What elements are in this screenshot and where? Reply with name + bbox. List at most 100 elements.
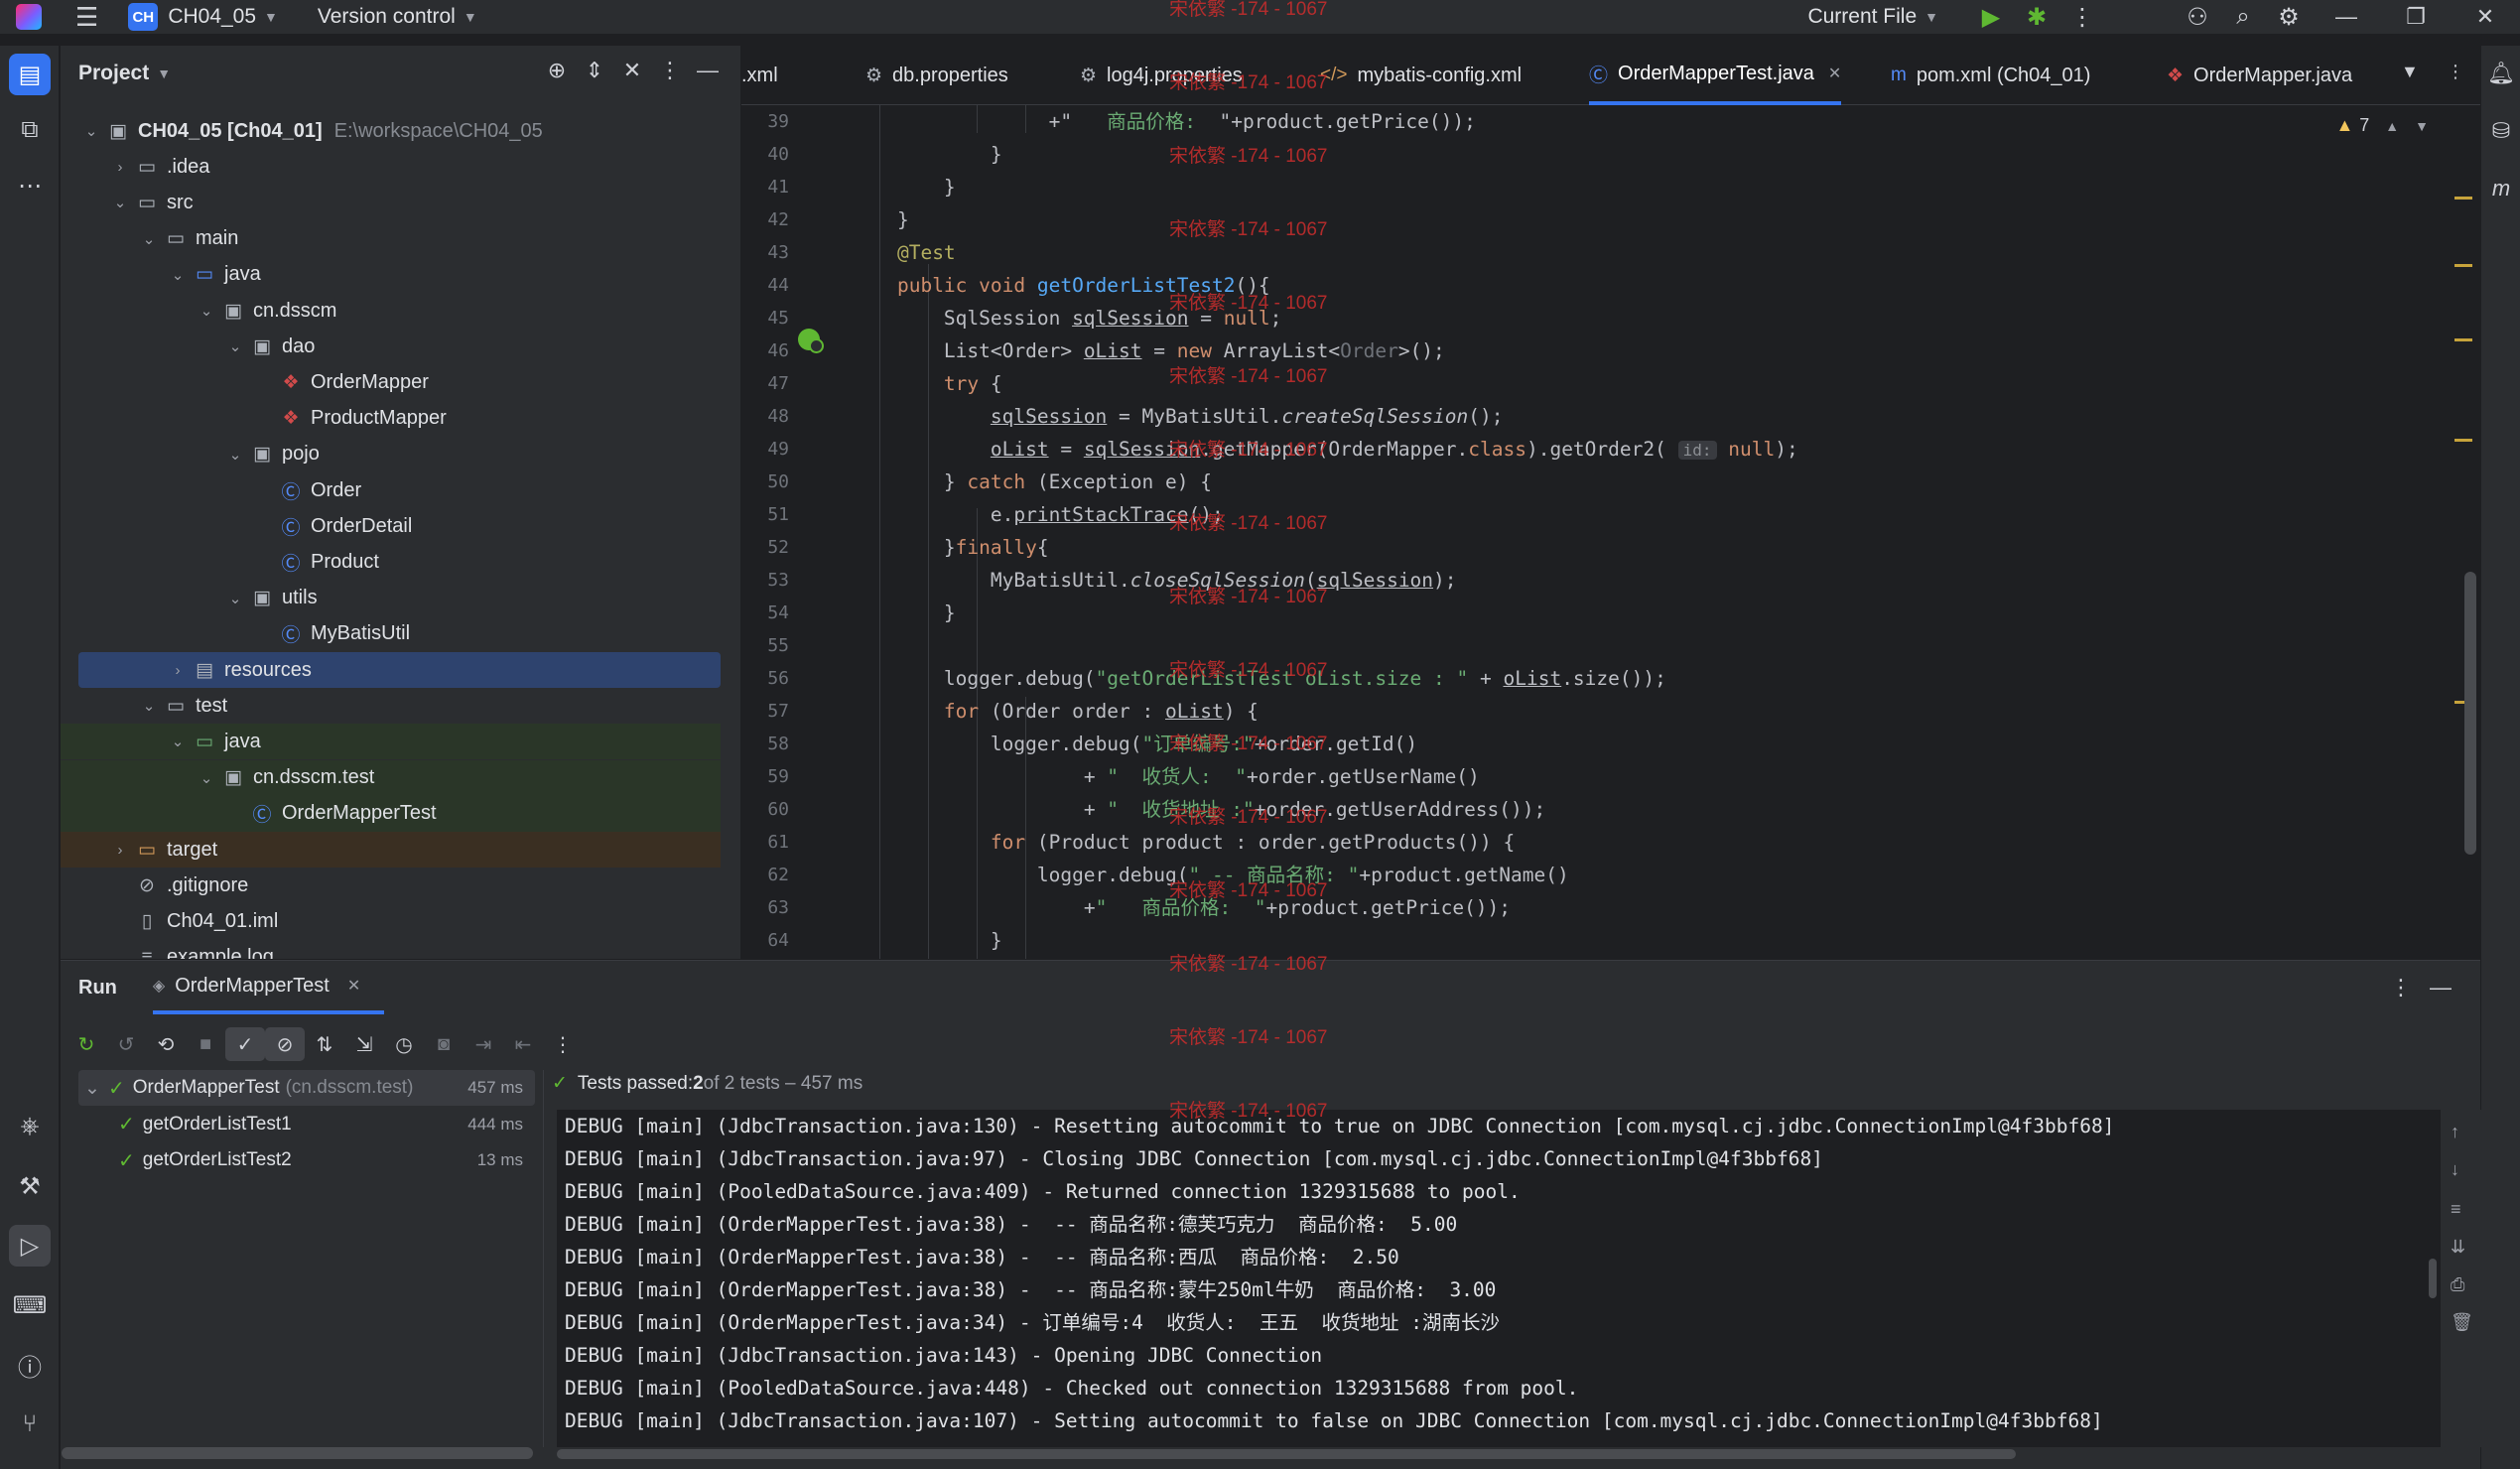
chevron-down-icon[interactable]: ▼ <box>2401 62 2419 82</box>
import-tests-icon[interactable]: ⇥ <box>464 1027 503 1061</box>
test-tree-horizontal-scrollbar[interactable] <box>62 1447 533 1459</box>
tree-item[interactable]: ⌄ ▭ java <box>61 724 721 760</box>
chevron-up-icon[interactable]: ▲ <box>2385 118 2399 134</box>
console-horizontal-scrollbar[interactable] <box>557 1449 2016 1459</box>
tree-item[interactable]: ▯ Ch04_01.iml <box>61 903 721 939</box>
sort-by-duration-icon[interactable]: ⇲ <box>344 1027 384 1061</box>
tree-item[interactable]: ⌄ ▭ java <box>61 257 721 293</box>
hide-panel-icon[interactable]: — <box>2421 975 2460 1001</box>
tree-item[interactable]: Ⓒ Order <box>61 472 721 508</box>
minimize-window-icon[interactable]: — <box>2312 4 2381 30</box>
scroll-down-icon[interactable]: ↓ <box>2451 1159 2459 1180</box>
notifications-bell-icon[interactable]: 🔔︎ <box>2485 58 2517 89</box>
test-result-item[interactable]: ⌄ ✓ OrderMapperTest (cn.dsscm.test) 457 ms <box>78 1070 535 1106</box>
more-vertical-icon[interactable]: ⋮ <box>2447 62 2464 82</box>
chevron-right-icon[interactable]: › <box>107 159 133 176</box>
add-user-icon[interactable]: ⚇ <box>2175 3 2220 32</box>
warning-stripe-mark[interactable] <box>2454 264 2472 267</box>
more-vertical-icon[interactable]: ⋮ <box>651 58 689 83</box>
chevron-down-icon[interactable]: ⌄ <box>78 122 104 140</box>
clear-trash-icon[interactable]: 🗑︎ <box>2451 1312 2473 1333</box>
locate-file-icon[interactable]: ⊕ <box>538 58 576 83</box>
warning-stripe-mark[interactable] <box>2454 338 2472 341</box>
chevron-down-icon[interactable]: ⌄ <box>194 302 219 320</box>
more-tools-icon[interactable]: ⋯ <box>9 165 51 206</box>
chevron-right-icon[interactable]: › <box>165 662 191 679</box>
run-icon[interactable]: ▶ <box>1968 3 2014 32</box>
sort-alphabetically-icon[interactable]: ⇅ <box>305 1027 344 1061</box>
editor-tab[interactable]: ⚙ log4j.properties <box>1080 46 1243 105</box>
editor-tab[interactable]: ❖ OrderMapper.java <box>2167 46 2352 105</box>
tree-item[interactable]: ❖ OrderMapper <box>61 364 721 400</box>
tree-item[interactable]: ⌄ ▭ test <box>61 688 721 724</box>
chevron-down-icon[interactable]: ⌄ <box>84 1077 108 1100</box>
debug-icon[interactable]: ✱ <box>2014 3 2059 32</box>
tree-item[interactable]: ⌄ ▣ pojo <box>61 437 721 472</box>
run-tool-icon[interactable]: ▷ <box>9 1225 51 1267</box>
expand-all-icon[interactable]: ⇕ <box>576 58 613 83</box>
chevron-down-icon[interactable]: ⌄ <box>165 266 191 284</box>
tree-item[interactable]: ⌄ ▣ CH04_05 [Ch04_01] E:\workspace\CH04_05 <box>61 113 721 149</box>
tree-item[interactable]: ≡ example.log <box>61 940 721 959</box>
scroll-up-icon[interactable]: ↑ <box>2451 1122 2459 1142</box>
build-hammer-icon[interactable]: ⚒ <box>9 1165 51 1207</box>
editor-tab[interactable]: .xml <box>741 46 778 105</box>
editor-tab[interactable]: ⚙ db.properties <box>865 46 1008 105</box>
test-result-item[interactable]: ✓ getOrderListTest2 13 ms <box>78 1142 535 1178</box>
chevron-down-icon[interactable]: ⌄ <box>222 446 248 464</box>
chevron-down-icon[interactable]: ▼ <box>2415 118 2429 134</box>
project-switcher[interactable]: CH CH04_05 ▼ <box>128 3 278 31</box>
project-tool-folder-icon[interactable]: ▤ <box>9 54 51 95</box>
tree-item[interactable]: ❖ ProductMapper <box>61 401 721 437</box>
run-configuration-selector[interactable]: Current File ▼ <box>1807 5 1938 29</box>
rerun-failed-icon[interactable]: ↺ <box>106 1027 146 1061</box>
collapse-all-icon[interactable]: ✕ <box>613 58 651 83</box>
search-icon[interactable]: ⌕ <box>2220 3 2266 31</box>
more-vertical-icon[interactable]: ⋮ <box>2059 3 2105 32</box>
rerun-icon[interactable]: ↻ <box>66 1027 106 1061</box>
tree-item[interactable]: Ⓒ OrderDetail <box>61 508 721 544</box>
hide-panel-icon[interactable]: — <box>689 58 727 83</box>
chevron-down-icon[interactable]: ⌄ <box>222 590 248 607</box>
tree-item[interactable]: ⌄ ▣ cn.dsscm.test <box>61 759 721 796</box>
version-control-menu[interactable]: Version control ▼ <box>318 5 477 29</box>
tree-item[interactable]: › ▭ .idea <box>61 149 721 185</box>
editor-tab[interactable]: </> mybatis-config.xml <box>1320 46 1522 105</box>
console-output[interactable]: ↑ ↓ ≡ ⇊ ⎙ 🗑︎ DEBUG [main] (JdbcTransacti… <box>557 1110 2482 1447</box>
chevron-down-icon[interactable]: ⌄ <box>136 697 162 715</box>
run-panel-divider[interactable] <box>543 1070 544 1447</box>
tree-item[interactable]: › ▭ target <box>61 832 721 868</box>
tree-item[interactable]: ⌄ ▭ src <box>61 185 721 220</box>
settings-gear-icon[interactable]: ⚙ <box>2266 3 2312 32</box>
tree-item[interactable]: ⌄ ▣ utils <box>61 581 721 616</box>
terminal-icon[interactable]: ⌨ <box>9 1284 51 1326</box>
console-scrollbar[interactable] <box>2429 1259 2437 1298</box>
tree-item[interactable]: Ⓒ Product <box>61 544 721 580</box>
tree-item[interactable]: › ▤ resources <box>78 652 721 688</box>
problems-icon[interactable]: ⓘ <box>9 1344 51 1386</box>
tree-item[interactable]: ⌄ ▣ cn.dsscm <box>61 293 721 329</box>
print-icon[interactable]: ⎙ <box>2451 1274 2464 1295</box>
tree-item[interactable]: Ⓒ OrderMapperTest <box>61 795 721 832</box>
restore-window-icon[interactable]: ❐ <box>2381 4 2451 30</box>
scroll-to-end-icon[interactable]: ⇊ <box>2451 1237 2465 1258</box>
warning-stripe-mark[interactable] <box>2454 197 2472 200</box>
stop-icon[interactable]: ■ <box>186 1027 225 1061</box>
database-icon[interactable]: ⛁ <box>2485 115 2517 147</box>
code-area[interactable]: +" 商品价格: "+product.getPrice()); } } } @T… <box>851 105 2458 959</box>
services-icon[interactable]: ⎈ <box>9 1106 51 1147</box>
editor-scrollbar[interactable] <box>2464 572 2476 855</box>
structure-icon[interactable]: ⧉ <box>9 109 51 151</box>
show-ignored-icon[interactable]: ⊘ <box>265 1027 305 1061</box>
editor-tab[interactable]: Ⓒ OrderMapperTest.java ✕ <box>1589 46 1842 105</box>
show-passed-icon[interactable]: ✓ <box>225 1027 265 1061</box>
close-icon[interactable]: ✕ <box>347 976 360 996</box>
run-tab-ordermappertest[interactable]: ◈ OrderMapperTest ✕ <box>152 961 385 1014</box>
chevron-down-icon[interactable]: ⌄ <box>165 733 191 750</box>
run-test-gutter-icon[interactable] <box>798 329 824 353</box>
tree-item[interactable]: ⌄ ▣ dao <box>61 329 721 364</box>
inspection-widget[interactable]: ▲ 7 ▲ ▼ <box>2335 115 2429 136</box>
chevron-down-icon[interactable]: ⌄ <box>222 337 248 355</box>
close-icon[interactable]: ✕ <box>1828 64 1841 83</box>
more-vertical-icon[interactable]: ⋮ <box>543 1027 583 1061</box>
